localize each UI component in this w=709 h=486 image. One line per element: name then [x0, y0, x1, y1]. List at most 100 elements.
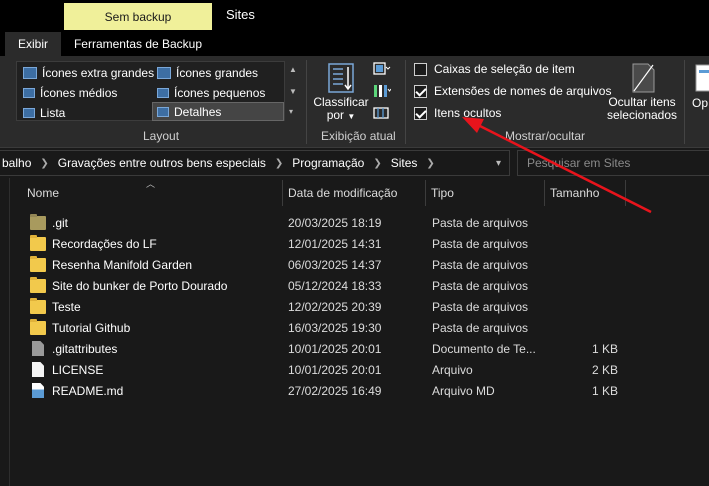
folder-icon — [30, 297, 46, 314]
ribbon: Ícones extra grandes Ícones grandes Ícon… — [0, 56, 709, 148]
chevron-up-icon[interactable]: ▲ — [289, 65, 297, 74]
file-row[interactable]: Recordações do LF 12/01/2025 14:31 Pasta… — [27, 233, 627, 254]
details-icon — [157, 106, 169, 117]
navigation-pane-edge[interactable] — [0, 178, 10, 486]
address-dropdown[interactable]: ▾ — [487, 150, 510, 176]
checkbox-label: Caixas de seleção de item — [434, 62, 575, 76]
layout-large-icons[interactable]: Ícones grandes — [153, 63, 285, 82]
file-name: README.md — [52, 383, 124, 398]
layout-gallery: Ícones extra grandes Ícones grandes Ícon… — [16, 61, 301, 121]
file-modified: 27/02/2025 16:49 — [288, 383, 382, 398]
breadcrumb-item[interactable]: Sites — [389, 156, 420, 170]
breadcrumb-item[interactable]: Programação — [290, 156, 366, 170]
checkbox-item-check-boxes-box[interactable] — [414, 62, 427, 76]
layout-gallery-scroll[interactable]: ▲ ▼ ▾ — [284, 61, 301, 121]
file-name-cell: Tutorial Github — [30, 317, 280, 338]
tab-exibir[interactable]: Exibir — [5, 32, 61, 56]
context-tab-sem-backup[interactable]: Sem backup — [64, 3, 212, 30]
add-columns-icon[interactable] — [373, 84, 391, 98]
column-header-modified[interactable]: Data de modificação — [283, 180, 425, 206]
layout-extra-large-icons[interactable]: Ícones extra grandes — [19, 63, 154, 82]
group-label-show-hide: Mostrar/ocultar — [505, 129, 586, 143]
file-row[interactable]: .git 20/03/2025 18:19 Pasta de arquivos — [27, 212, 627, 233]
options-button[interactable]: Op — [692, 96, 709, 110]
file-row[interactable]: README.md 27/02/2025 16:49 Arquivo MD 1 … — [27, 380, 627, 401]
column-divider[interactable] — [625, 180, 626, 206]
layout-item-label: Detalhes — [174, 104, 222, 119]
hidden-folder-icon — [30, 213, 46, 230]
file-size — [546, 317, 618, 338]
layout-item-label: Ícones grandes — [176, 65, 259, 80]
chevron-down-icon[interactable]: ▾ — [496, 158, 501, 169]
group-by-icon[interactable] — [373, 62, 391, 76]
file-type: Arquivo MD — [432, 383, 495, 398]
expand-gallery-icon[interactable]: ▾ — [289, 107, 293, 116]
ribbon-divider — [306, 60, 307, 144]
layout-medium-icons[interactable]: Ícones médios — [19, 83, 151, 102]
file-row[interactable]: Site do bunker de Porto Dourado 05/12/20… — [27, 275, 627, 296]
title-bar: Sem backup Sites — [0, 0, 709, 32]
file-size — [546, 212, 618, 233]
small-icons-icon — [157, 87, 169, 98]
file-name-cell: .gitattributes — [30, 338, 280, 359]
layout-details[interactable]: Detalhes — [152, 102, 284, 121]
size-columns-icon[interactable] — [373, 106, 391, 120]
file-name-cell: Teste — [30, 296, 280, 317]
file-name: Resenha Manifold Garden — [52, 257, 193, 272]
layout-item-label: Lista — [40, 105, 66, 120]
ribbon-divider — [405, 60, 406, 144]
folder-icon — [30, 276, 46, 293]
large-icons-icon — [157, 66, 171, 79]
file-size: 2 KB — [591, 362, 618, 377]
layout-small-icons[interactable]: Ícones pequenos — [153, 83, 285, 102]
layout-list[interactable]: Lista — [19, 103, 151, 122]
options-icon[interactable] — [695, 64, 709, 92]
column-header-size[interactable]: Tamanho — [545, 180, 625, 206]
window-title: Sites — [226, 7, 255, 22]
file-size: 1 KB — [591, 341, 618, 356]
hide-selected-items-icon[interactable] — [630, 62, 656, 94]
sort-by-button[interactable]: Classificar por ▼ — [313, 96, 369, 123]
file-size — [546, 296, 618, 317]
checkbox-hidden-items[interactable]: Itens ocultos — [414, 104, 501, 122]
sort-by-label-2: por — [326, 108, 345, 122]
file-row[interactable]: Tutorial Github 16/03/2025 19:30 Pasta d… — [27, 317, 627, 338]
file-icon — [32, 362, 44, 377]
search-input[interactable] — [517, 150, 709, 176]
chevron-right-icon[interactable]: ❯ — [268, 158, 290, 169]
file-row[interactable]: .gitattributes 10/01/2025 20:01 Document… — [27, 338, 627, 359]
file-name: .gitattributes — [52, 341, 118, 356]
checkbox-file-name-extensions[interactable]: Extensões de nomes de arquivos — [414, 82, 611, 100]
file-row[interactable]: LICENSE 10/01/2025 20:01 Arquivo 2 KB — [27, 359, 627, 380]
file-name-cell: Site do bunker de Porto Dourado — [30, 275, 280, 296]
file-name-cell: .git — [30, 212, 280, 233]
checkbox-label: Extensões de nomes de arquivos — [434, 84, 612, 98]
chevron-right-icon[interactable]: ❯ — [419, 158, 441, 169]
group-label-current-view: Exibição atual — [321, 129, 396, 143]
extra-large-icons-icon — [23, 66, 37, 79]
tab-ferramentas-de-backup[interactable]: Ferramentas de Backup — [64, 32, 212, 56]
file-name: LICENSE — [52, 362, 104, 377]
column-header-name[interactable]: Nome — [22, 180, 282, 206]
checkbox-file-name-extensions-box[interactable] — [414, 84, 427, 98]
file-modified: 20/03/2025 18:19 — [288, 215, 382, 230]
file-modified: 10/01/2025 20:01 — [288, 362, 382, 377]
checkbox-hidden-items-box[interactable] — [414, 106, 427, 120]
chevron-right-icon[interactable]: ❯ — [33, 158, 55, 169]
column-header-type[interactable]: Tipo — [426, 180, 544, 206]
file-row[interactable]: Teste 12/02/2025 20:39 Pasta de arquivos — [27, 296, 627, 317]
file-modified: 16/03/2025 19:30 — [288, 320, 382, 335]
markdown-file-icon — [32, 383, 44, 398]
breadcrumb[interactable]: balho ❯ Gravações entre outros bens espe… — [0, 150, 510, 176]
chevron-down-icon[interactable]: ▼ — [289, 87, 297, 96]
breadcrumb-item[interactable]: balho — [0, 156, 33, 170]
file-name: Teste — [52, 299, 81, 314]
chevron-right-icon[interactable]: ❯ — [366, 158, 388, 169]
sort-by-icon[interactable] — [328, 63, 354, 93]
hide-selected-items-button[interactable]: Ocultar itens selecionados — [605, 96, 679, 122]
file-modified: 05/12/2024 18:33 — [288, 278, 382, 293]
breadcrumb-item[interactable]: Gravações entre outros bens especiais — [56, 156, 268, 170]
file-row[interactable]: Resenha Manifold Garden 06/03/2025 14:37… — [27, 254, 627, 275]
file-modified: 12/01/2025 14:31 — [288, 236, 382, 251]
checkbox-item-check-boxes[interactable]: Caixas de seleção de item — [414, 60, 575, 78]
